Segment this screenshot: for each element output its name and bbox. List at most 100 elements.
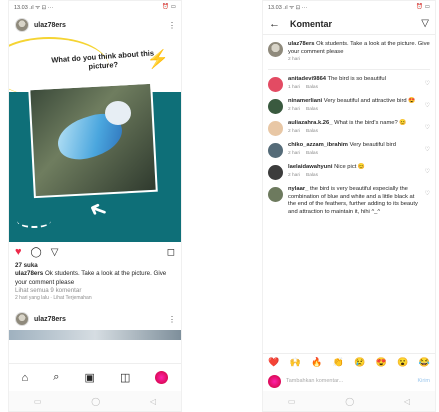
decorative-squiggle xyxy=(17,214,51,228)
comment-time: 2 hari xyxy=(288,106,300,112)
home-icon[interactable]: ⌂ xyxy=(22,372,29,384)
reply-link[interactable]: Balas xyxy=(306,151,318,157)
comment-text: Nice pict 😊 xyxy=(334,164,366,171)
comment-username[interactable]: ninamerliani xyxy=(288,98,322,104)
comment-time: 2 hari xyxy=(288,150,300,156)
avatar[interactable] xyxy=(15,312,29,327)
avatar[interactable] xyxy=(268,187,283,203)
reels-icon[interactable]: ▣ xyxy=(84,371,94,384)
list-item: ninamerliani Very beautiful and attracti… xyxy=(268,98,430,115)
list-item: chiko_azzam_ibrahim Very beautiful bird … xyxy=(268,142,430,159)
status-time: 13.03 xyxy=(14,5,28,11)
post-username-2[interactable]: ulaz78ers xyxy=(34,316,163,323)
comment-like-icon[interactable]: ♡ xyxy=(425,124,430,131)
recent-apps-icon[interactable]: ▭ xyxy=(34,397,42,406)
post-actions: ♥ ◯ ▽ ◻ xyxy=(9,242,181,262)
comments-screen: 13.03 .ıl ᯤ ⊡ ··· ⏰ ▭ ← Komentar ▽ ulaz7… xyxy=(262,0,436,412)
status-time: 13.03 xyxy=(268,5,282,11)
status-bar: 13.03 .ıl ᯤ ⊡ ··· ⏰ ▭ xyxy=(9,1,181,13)
post-comment-button[interactable]: Kirim xyxy=(417,378,430,384)
post-image-2[interactable] xyxy=(9,330,181,341)
emoji-wow-icon[interactable]: 😮 xyxy=(397,357,408,368)
comment-like-icon[interactable]: ♡ xyxy=(425,146,430,153)
comment-like-icon[interactable]: ♡ xyxy=(425,102,430,109)
profile-avatar[interactable] xyxy=(155,371,169,384)
comment-text: Very beautiful and attractive bird 😍 xyxy=(323,98,416,105)
comment-text: The bird is so beautiful xyxy=(327,76,386,83)
home-nav-icon[interactable]: ◯ xyxy=(91,397,100,406)
search-icon[interactable]: ⌕ xyxy=(53,371,59,384)
list-item: anitadevi9864 The bird is so beautiful 1… xyxy=(268,76,430,93)
save-bookmark-icon[interactable]: ◻ xyxy=(167,247,175,258)
avatar[interactable] xyxy=(15,18,29,32)
list-item: nylaar_ the bird is very beautiful espec… xyxy=(268,186,430,216)
comment-like-icon[interactable]: ♡ xyxy=(425,80,430,87)
post-image[interactable]: ⚡ What do you think about this picture? … xyxy=(9,37,181,242)
home-nav-icon[interactable]: ◯ xyxy=(345,397,354,406)
comment-username[interactable]: auliazahra.k.26_ xyxy=(288,120,332,126)
comment-icon[interactable]: ◯ xyxy=(31,247,42,258)
comment-username[interactable]: nylaar_ xyxy=(288,186,308,192)
avatar[interactable] xyxy=(268,165,283,181)
view-all-comments-link[interactable]: Lihat semua 9 komentar xyxy=(15,287,175,295)
post-timestamp: 2 hari yang lalu · Lihat Terjemahan xyxy=(15,295,92,302)
comment-like-icon[interactable]: ♡ xyxy=(425,190,430,197)
reply-link[interactable]: Balas xyxy=(306,129,318,135)
like-heart-icon[interactable]: ♥ xyxy=(15,246,22,258)
emoji-fire-icon[interactable]: 🔥 xyxy=(311,357,322,368)
emoji-heart-icon[interactable]: ❤️ xyxy=(268,357,279,368)
comment-input[interactable]: Tambahkan komentar... xyxy=(286,378,412,384)
post-username[interactable]: ulaz78ers xyxy=(34,22,163,29)
back-nav-icon[interactable]: ◁ xyxy=(404,397,410,406)
comment-like-icon[interactable]: ♡ xyxy=(425,168,430,175)
battery-icon: ⏰ ▭ xyxy=(416,4,430,10)
bottom-tab-bar: ⌂ ⌕ ▣ ◫ xyxy=(9,363,181,391)
comment-time: 2 hari xyxy=(288,57,300,63)
bird-head xyxy=(105,101,131,125)
comment-time: 2 hari xyxy=(288,128,300,134)
emoji-reaction-bar: ❤️ 🙌 🔥 👏 😢 😍 😮 😂 xyxy=(263,353,435,371)
reply-link[interactable]: Balas xyxy=(306,85,318,91)
emoji-cry-icon[interactable]: 😢 xyxy=(354,357,365,368)
emoji-clap-icon[interactable]: 👏 xyxy=(333,357,344,368)
more-options-icon[interactable]: ⋮ xyxy=(168,315,176,324)
avatar[interactable] xyxy=(268,99,283,115)
more-options-icon[interactable]: ⋮ xyxy=(168,21,176,30)
reply-link[interactable]: Balas xyxy=(306,107,318,113)
send-icon[interactable]: ▽ xyxy=(421,18,429,29)
page-title: Komentar xyxy=(290,18,333,29)
post-caption: ulaz78ers Ok students. Take a look at th… xyxy=(15,270,175,287)
post-header-2: ulaz78ers ⋮ xyxy=(9,308,181,330)
status-icons: .ıl ᯤ ⊡ ··· xyxy=(29,5,54,11)
caption-username[interactable]: ulaz78ers xyxy=(15,270,43,277)
comment-text: Very beautiful bird xyxy=(349,142,396,149)
comments-header: ← Komentar ▽ xyxy=(263,13,435,35)
comment-username[interactable]: laelaidawahyuni xyxy=(288,164,332,170)
comment-username[interactable]: anitadevi9864 xyxy=(288,76,326,82)
comment-text: the bird is very beautiful especially th… xyxy=(288,186,418,215)
recent-apps-icon[interactable]: ▭ xyxy=(288,397,296,406)
profile-avatar xyxy=(268,374,281,388)
avatar[interactable] xyxy=(268,143,283,159)
back-arrow-icon[interactable]: ← xyxy=(269,18,280,30)
emoji-laugh-icon[interactable]: 😂 xyxy=(419,357,430,368)
system-nav-bar: ▭ ◯ ◁ xyxy=(9,391,181,411)
feed-screen: 13.03 .ıl ᯤ ⊡ ··· ⏰ ▭ ulaz78ers ⋮ ⚡ What… xyxy=(8,0,182,412)
emoji-raised-hands-icon[interactable]: 🙌 xyxy=(290,357,301,368)
share-icon[interactable]: ▽ xyxy=(51,247,59,258)
back-nav-icon[interactable]: ◁ xyxy=(150,397,156,406)
status-icons: .ıl ᯤ ⊡ ··· xyxy=(283,5,308,11)
comment-composer: Tambahkan komentar... Kirim xyxy=(263,371,435,391)
comment-username[interactable]: ulaz78ers xyxy=(288,41,314,47)
like-count[interactable]: 27 suka xyxy=(15,262,175,270)
system-nav-bar: ▭ ◯ ◁ xyxy=(263,391,435,411)
comment-username[interactable]: chiko_azzam_ibrahim xyxy=(288,142,348,148)
avatar[interactable] xyxy=(268,42,283,57)
reply-link[interactable]: Balas xyxy=(306,173,318,179)
shop-icon[interactable]: ◫ xyxy=(120,371,130,384)
emoji-heart-eyes-icon[interactable]: 😍 xyxy=(376,357,387,368)
avatar[interactable] xyxy=(268,77,283,93)
avatar[interactable] xyxy=(268,121,283,137)
post-header: ulaz78ers ⋮ xyxy=(9,13,181,37)
battery-icon: ⏰ ▭ xyxy=(162,4,176,10)
